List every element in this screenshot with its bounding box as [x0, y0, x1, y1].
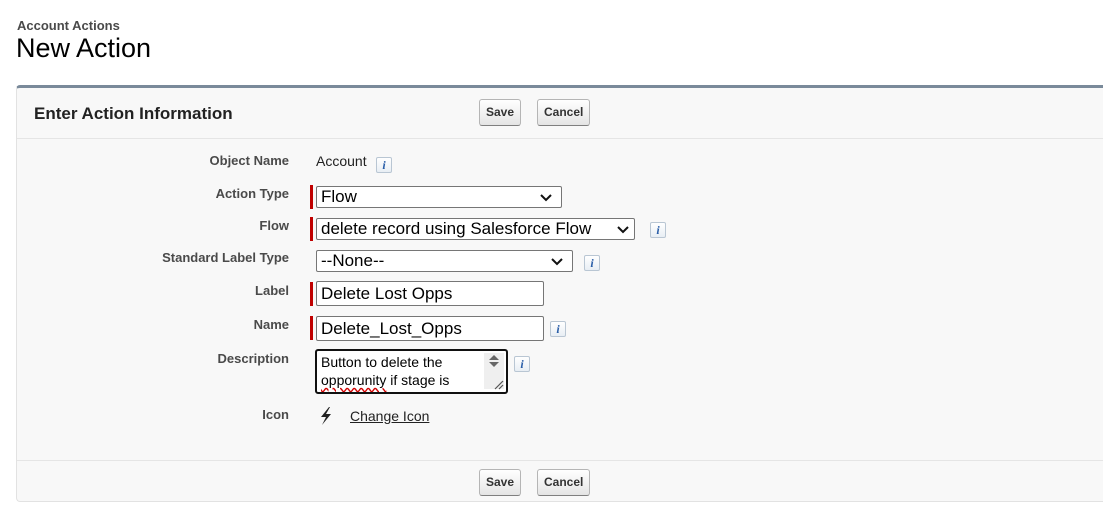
save-button-top[interactable]: Save — [479, 99, 522, 126]
action-type-label: Action Type — [215, 186, 289, 201]
standard-label-type-select[interactable]: --None-- — [316, 250, 573, 272]
description-label: Description — [217, 351, 289, 366]
lightning-bolt-icon — [321, 407, 331, 425]
name-field-label: Name — [253, 317, 289, 332]
chevron-down-icon — [540, 194, 552, 202]
panel-header: Enter Action Information Save Cancel — [17, 88, 1103, 139]
icon-field-label: Icon — [262, 407, 289, 422]
action-info-panel: Enter Action Information Save Cancel Sav… — [16, 85, 1103, 502]
required-marker — [310, 185, 313, 209]
chevron-down-icon — [551, 258, 563, 266]
cancel-button-bottom[interactable]: Cancel — [537, 469, 591, 496]
info-icon[interactable]: i — [376, 157, 392, 173]
description-textarea[interactable]: Button to delete the opporunity if stage… — [315, 349, 508, 394]
breadcrumb: Account Actions — [17, 18, 120, 33]
flow-select[interactable]: delete record using Salesforce Flow — [316, 218, 635, 240]
required-marker — [310, 282, 313, 306]
change-icon-link[interactable]: Change Icon — [350, 408, 429, 424]
resize-grip-icon[interactable] — [492, 378, 504, 390]
description-line-rest: if stage is — [386, 372, 450, 388]
name-input[interactable]: Delete_Lost_Opps — [316, 316, 544, 341]
scroll-up-icon[interactable] — [489, 355, 499, 360]
standard-label-type-value: --None-- — [321, 251, 385, 270]
info-icon[interactable]: i — [514, 356, 530, 372]
description-text: Button to delete the opporunity if stage… — [321, 353, 481, 389]
info-icon[interactable]: i — [550, 321, 566, 337]
misspelled-word: opporunity — [321, 372, 387, 388]
standard-label-type-label: Standard Label Type — [162, 250, 289, 265]
label-field-label: Label — [255, 283, 289, 298]
info-icon[interactable]: i — [650, 222, 666, 238]
label-input[interactable]: Delete Lost Opps — [316, 281, 544, 306]
scroll-down-icon[interactable] — [489, 362, 499, 367]
cancel-button-top[interactable]: Cancel — [537, 99, 591, 126]
action-type-value: Flow — [321, 187, 357, 206]
object-name-label: Object Name — [209, 153, 289, 168]
required-marker — [310, 316, 313, 340]
panel-title: Enter Action Information — [34, 104, 233, 123]
footer-divider — [17, 460, 1103, 461]
chevron-down-icon — [617, 226, 629, 234]
description-line: opporunity if stage is — [321, 371, 481, 389]
save-button-bottom[interactable]: Save — [479, 469, 522, 496]
object-name-value: Account — [316, 153, 367, 169]
info-icon[interactable]: i — [584, 255, 600, 271]
required-marker — [310, 217, 313, 241]
page-title: New Action — [16, 33, 152, 63]
flow-label: Flow — [259, 218, 289, 233]
description-line: Button to delete the — [321, 354, 443, 370]
action-type-select[interactable]: Flow — [316, 186, 562, 208]
flow-value: delete record using Salesforce Flow — [321, 219, 592, 238]
